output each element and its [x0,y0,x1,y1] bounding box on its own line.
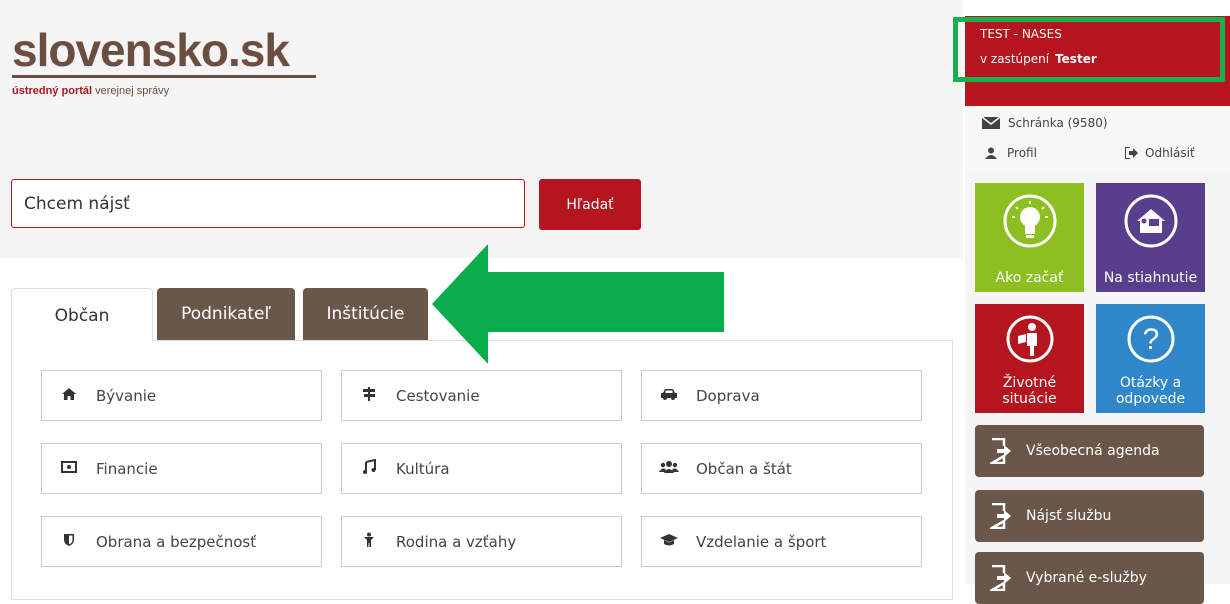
sign-in-icon [990,565,1011,591]
tile-otazky-a-odpovede[interactable]: ? Otázky a odpovede [1096,304,1205,413]
mailbox-label: Schránka (9580) [1008,116,1108,130]
button-label: Všeobecná agenda [1026,443,1160,459]
category-obrana[interactable]: Obrana a bezpečnosť [41,516,322,567]
sign-in-icon [990,438,1011,464]
logo-tagline-red: ústredný portál [12,85,93,97]
logout-label: Odhlásiť [1145,146,1195,160]
question-icon: ? [1127,315,1174,363]
najst-sluzbu-button[interactable]: Nájsť službu [975,490,1204,542]
category-label: Občan a štát [696,459,792,478]
home-icon [56,387,82,405]
logo-tagline-rest: verejnej správy [95,85,170,97]
search-button[interactable]: Hľadať [539,179,641,230]
car-icon [656,387,682,405]
svg-text:?: ? [1142,323,1159,356]
user-links: Schránka (9580) Profil Odhlásiť [965,106,1230,172]
category-label: Cestovanie [396,386,480,405]
annotation-arrow-icon [432,244,724,364]
category-label: Vzdelanie a šport [696,532,827,551]
category-label: Rodina a vzťahy [396,532,517,551]
lightbulb-icon [1003,194,1056,248]
category-rodina[interactable]: Rodina a vzťahy [341,516,622,567]
profile-label: Profil [1007,146,1037,160]
mail-icon [982,117,1000,129]
sign-out-icon [1125,147,1138,159]
logo-tagline: ústredný portál verejnej správy [12,85,169,97]
category-vzdelanie[interactable]: Vzdelanie a šport [641,516,922,567]
graduation-cap-icon [656,533,682,551]
category-obcan-a-stat[interactable]: Občan a štát [641,443,922,494]
site-logo[interactable]: slovensko.sk ústredný portál verejnej sp… [12,22,317,102]
tile-label: Otázky a odpovede [1115,375,1186,407]
vybrane-esluzby-button[interactable]: Vybrané e-služby [975,552,1204,604]
group-icon [656,460,682,478]
category-kultura[interactable]: Kultúra [341,443,622,494]
button-label: Nájsť službu [1026,508,1112,524]
category-cestovanie[interactable]: Cestovanie [341,370,622,421]
category-financie[interactable]: Financie [41,443,322,494]
logo-underline [12,75,316,78]
category-doprava[interactable]: Doprava [641,370,922,421]
tab-obcan[interactable]: Občan [11,288,153,342]
music-icon [356,458,382,479]
tile-label: Ako začať [995,270,1064,286]
category-label: Bývanie [96,386,157,405]
category-label: Obrana a bezpečnosť [96,532,257,551]
tab-podnikatel[interactable]: Podnikateľ [157,288,295,340]
profile-link[interactable]: Profil [985,146,1037,160]
category-byvanie[interactable]: Bývanie [41,370,322,421]
logout-link[interactable]: Odhlásiť [1125,146,1195,160]
tab-institucie[interactable]: Inštitúcie [303,288,428,340]
sign-in-icon [990,503,1011,529]
category-label: Kultúra [396,459,450,478]
logo-wordmark: slovensko.sk [12,24,290,76]
life-situations-icon [1006,315,1053,363]
category-label: Financie [96,459,158,478]
vseobecna-agenda-button[interactable]: Všeobecná agenda [975,425,1204,477]
child-icon [356,532,382,552]
search-input[interactable] [11,179,525,228]
mailbox-link[interactable]: Schránka (9580) [982,116,1108,130]
signpost-icon [356,386,382,406]
tile-label: Na stiahnutie [1103,270,1198,286]
tile-ako-zacat[interactable]: Ako začať [975,183,1084,292]
tile-label: Životné situácie [1002,375,1057,407]
user-icon [985,147,997,159]
tile-zivotne-situacie[interactable]: Životné situácie [975,304,1084,413]
category-label: Doprava [696,386,760,405]
money-icon [56,460,82,477]
shield-icon [56,533,82,551]
tile-na-stiahnutie[interactable]: Na stiahnutie [1096,183,1205,292]
download-house-icon [1124,194,1177,248]
annotation-highlight-box [953,17,1225,82]
